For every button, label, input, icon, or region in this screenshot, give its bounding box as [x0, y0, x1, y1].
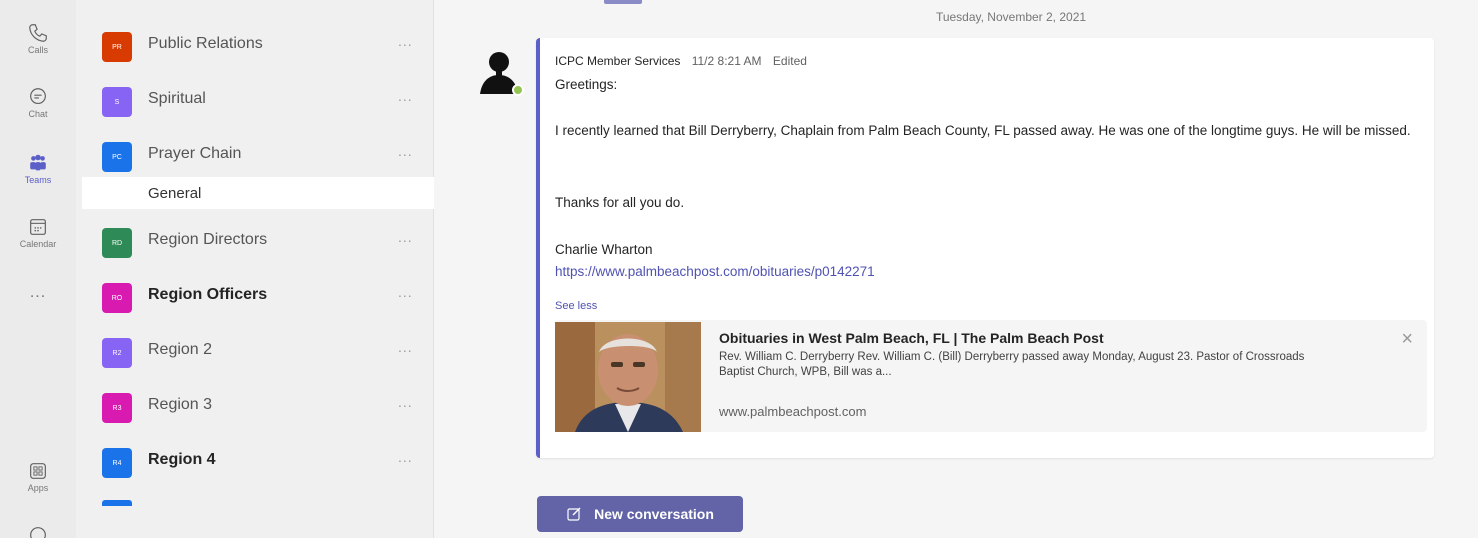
- more-options-icon[interactable]: ...: [398, 339, 413, 355]
- team-avatar: R2: [102, 338, 132, 368]
- rail-calendar[interactable]: Calendar: [0, 216, 76, 249]
- more-options-icon[interactable]: ...: [398, 394, 413, 410]
- rail-chat-label: Chat: [28, 109, 48, 119]
- new-conversation-button[interactable]: New conversation: [537, 496, 743, 532]
- team-avatar-partial: [102, 500, 132, 506]
- team-name: Region Directors: [148, 231, 268, 248]
- team-name: Region 4: [148, 451, 216, 468]
- new-conversation-label: New conversation: [594, 506, 714, 522]
- message-author[interactable]: ICPC Member Services: [555, 54, 680, 68]
- rail-teams-label: Teams: [24, 175, 52, 185]
- team-name: Region 2: [148, 341, 213, 358]
- rail-apps-label: Apps: [27, 483, 49, 493]
- team-avatar: PR: [102, 32, 132, 62]
- team-avatar: PC: [102, 142, 132, 172]
- team-name: Prayer Chain: [148, 145, 242, 162]
- preview-domain: www.palmbeachpost.com: [719, 404, 867, 419]
- see-less-link[interactable]: See less: [555, 300, 597, 312]
- team-region-4[interactable]: R4 Region 4 ...: [76, 436, 434, 486]
- teams-list: PR Public Relations ... S Spiritual ... …: [76, 0, 434, 538]
- apps-icon: [30, 463, 46, 479]
- more-options-icon[interactable]: ...: [398, 33, 413, 49]
- team-public-relations[interactable]: PR Public Relations ...: [76, 20, 434, 70]
- team-spiritual[interactable]: S Spiritual ...: [76, 75, 434, 125]
- message-header: ICPC Member Services 11/2 8:21 AM Edited: [555, 54, 807, 68]
- team-region-officers[interactable]: RO Region Officers ...: [76, 271, 434, 321]
- team-name: Region 3: [148, 396, 213, 413]
- rail-help[interactable]: [0, 524, 76, 538]
- presence-badge: [512, 84, 524, 96]
- close-icon[interactable]: ×: [1401, 328, 1413, 351]
- team-avatar: S: [102, 87, 132, 117]
- message-greeting: Greetings:: [555, 77, 618, 92]
- team-prayer-chain[interactable]: PC Prayer Chain ...: [76, 130, 434, 180]
- link-preview-card[interactable]: Obituaries in West Palm Beach, FL | The …: [555, 320, 1427, 432]
- team-region-2[interactable]: R2 Region 2 ...: [76, 326, 434, 376]
- team-avatar: R3: [102, 393, 132, 423]
- more-options-icon[interactable]: ...: [398, 229, 413, 245]
- team-name: Spiritual: [148, 90, 206, 107]
- more-options-icon[interactable]: ...: [398, 88, 413, 104]
- date-separator: Tuesday, November 2, 2021: [935, 10, 1087, 24]
- preview-title[interactable]: Obituaries in West Palm Beach, FL | The …: [719, 330, 1104, 346]
- rail-chat[interactable]: Chat: [0, 86, 76, 119]
- message-link[interactable]: https://www.palmbeachpost.com/obituaries…: [555, 264, 875, 279]
- team-name: Region Officers: [148, 286, 268, 303]
- compose-icon: [567, 507, 581, 521]
- team-avatar: R4: [102, 448, 132, 478]
- tab-indicator: [604, 0, 642, 4]
- team-avatar: RD: [102, 228, 132, 258]
- channel-general[interactable]: General: [82, 177, 434, 209]
- rail-teams[interactable]: Teams: [0, 152, 76, 185]
- rail-calls[interactable]: Calls: [0, 22, 76, 55]
- chat-icon: [30, 88, 46, 105]
- message-edited: Edited: [772, 54, 807, 68]
- team-region-3[interactable]: R3 Region 3 ...: [76, 381, 434, 431]
- team-name: Public Relations: [148, 35, 263, 52]
- preview-description: Rev. William C. Derryberry Rev. William …: [719, 351, 1305, 378]
- message-card: ICPC Member Services 11/2 8:21 AM Edited…: [536, 38, 1434, 458]
- rail-apps[interactable]: Apps: [0, 460, 76, 493]
- message-body: I recently learned that Bill Derryberry,…: [555, 123, 1411, 138]
- channel-name: General: [148, 185, 202, 202]
- teams-icon: [30, 154, 46, 171]
- rail-calendar-label: Calendar: [19, 239, 57, 249]
- preview-thumbnail: [555, 322, 701, 432]
- rail-calls-label: Calls: [27, 45, 48, 55]
- team-avatar: RO: [102, 283, 132, 313]
- calendar-icon: [30, 219, 46, 235]
- message-signature: Charlie Wharton: [555, 242, 653, 257]
- more-options-icon[interactable]: ...: [398, 284, 413, 300]
- more-options-icon[interactable]: ...: [398, 143, 413, 159]
- phone-icon: [29, 24, 47, 42]
- help-icon: [30, 527, 46, 538]
- chat-pane: Tuesday, November 2, 2021 ICPC Member Se…: [434, 0, 1478, 538]
- more-options-icon[interactable]: ...: [398, 449, 413, 465]
- message-time: 11/2 8:21 AM: [691, 54, 762, 68]
- app-rail: Calls Chat Teams Calendar ... Apps: [0, 0, 76, 538]
- message-thanks: Thanks for all you do.: [555, 195, 685, 210]
- team-region-directors[interactable]: RD Region Directors ...: [76, 216, 434, 266]
- more-icon[interactable]: ...: [0, 284, 76, 302]
- teams-app: Calls Chat Teams Calendar ... Apps PR Pu…: [0, 0, 1478, 538]
